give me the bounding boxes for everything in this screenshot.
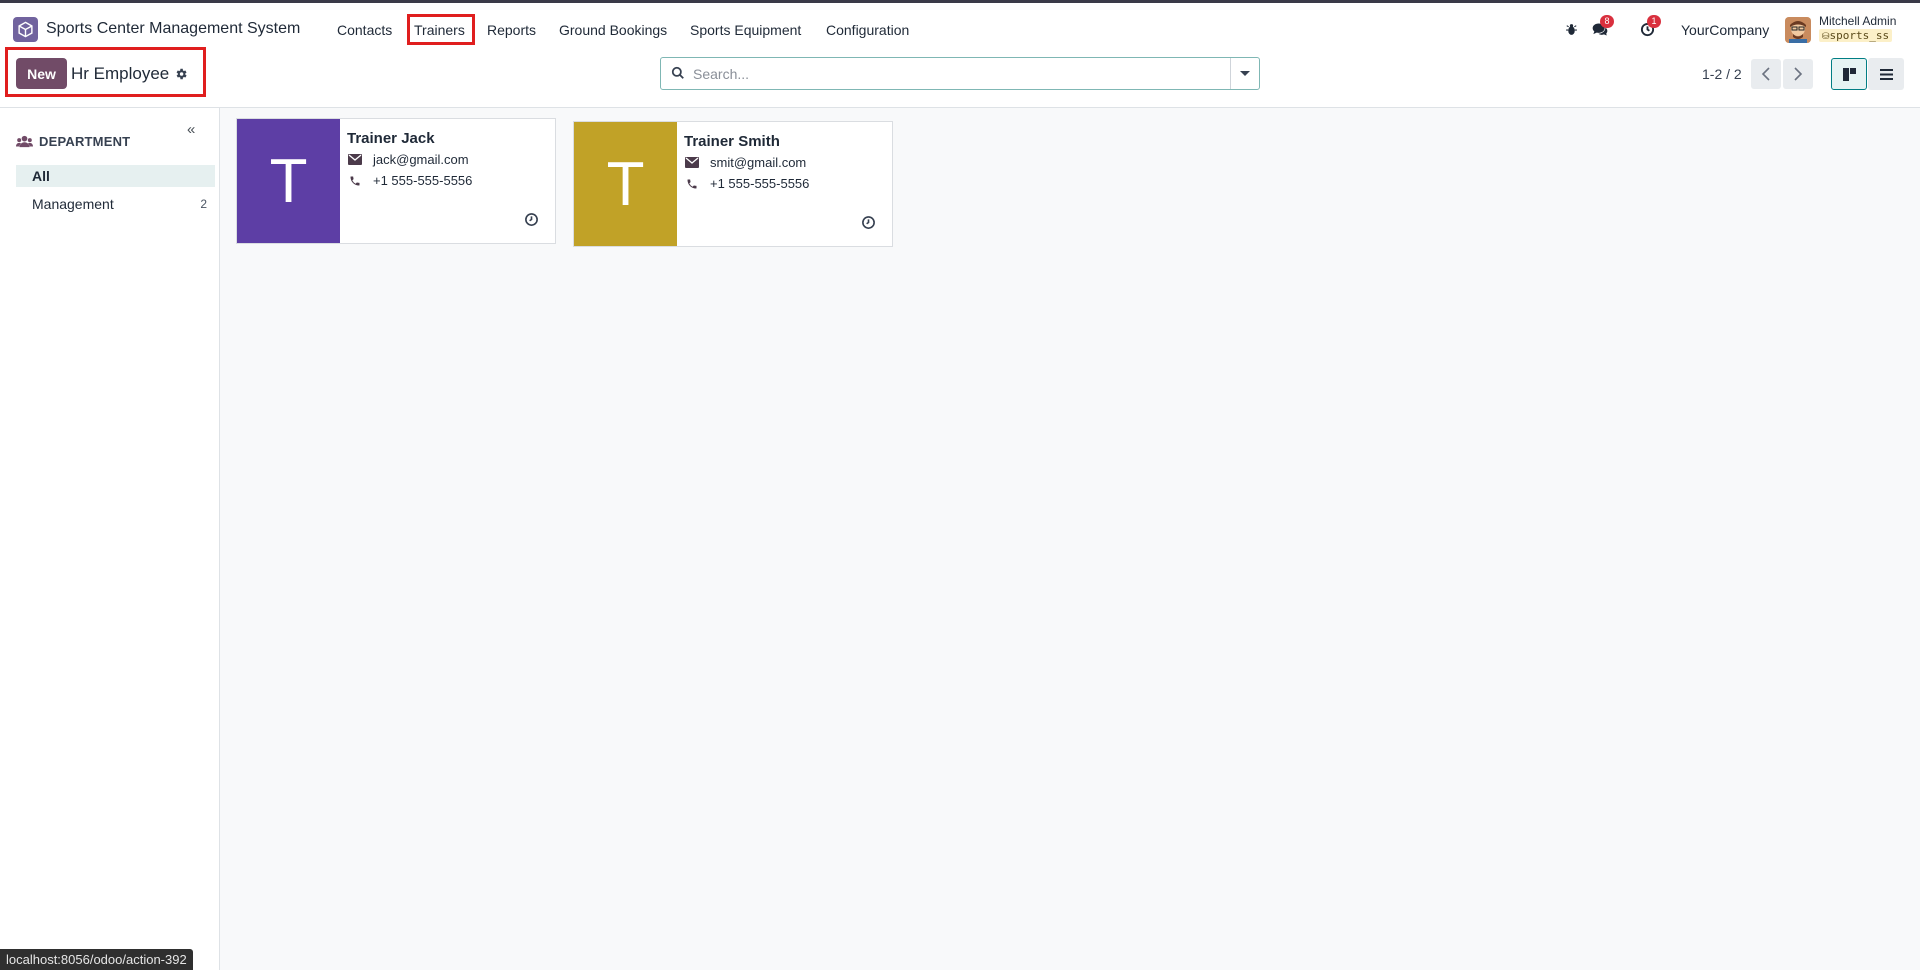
phone-icon (347, 174, 363, 188)
menu-contacts[interactable]: Contacts (337, 22, 392, 38)
list-view-button[interactable] (1868, 58, 1904, 90)
main-navbar: Sports Center Management System Contacts… (0, 3, 1920, 50)
employee-avatar: T (237, 119, 340, 243)
users-icon (16, 135, 33, 148)
menu-configuration[interactable]: Configuration (826, 22, 909, 38)
employee-email-row: jack@gmail.com (347, 152, 469, 167)
menu-ground-bookings[interactable]: Ground Bookings (559, 22, 667, 38)
employee-phone-row: +1 555-555-5556 (347, 173, 472, 188)
kanban-icon (1842, 67, 1856, 81)
employee-phone[interactable]: +1 555-555-5556 (710, 176, 809, 191)
trainers-highlight-box (407, 14, 475, 45)
department-header: DEPARTMENT (16, 134, 130, 149)
database-name: ⛁sports_ss (1819, 29, 1893, 42)
activity-clock-icon[interactable] (861, 215, 876, 230)
menu-reports[interactable]: Reports (487, 22, 536, 38)
kanban-view: T Trainer Jack jack@gmail.com +1 555-555… (220, 108, 1920, 970)
department-item-management[interactable]: Management 2 (16, 193, 215, 215)
activities-badge: 1 (1647, 15, 1661, 28)
breadcrumb-title: Hr Employee (71, 64, 170, 83)
database-icon: ⛁ (1822, 32, 1830, 42)
chevron-left-icon (1761, 67, 1770, 81)
pager-value[interactable]: 1-2 / 2 (1702, 66, 1742, 82)
search-options-toggle[interactable] (1230, 58, 1259, 89)
employee-phone-row: +1 555-555-5556 (684, 176, 809, 191)
department-item-label: Management (32, 196, 114, 212)
department-item-all[interactable]: All (16, 165, 215, 187)
menu-sports-equipment[interactable]: Sports Equipment (690, 22, 801, 38)
envelope-icon (347, 153, 363, 167)
phone-icon (684, 177, 700, 191)
chevron-right-icon (1794, 67, 1803, 81)
employee-card[interactable]: T Trainer Jack jack@gmail.com +1 555-555… (236, 118, 556, 244)
messages-chat-icon[interactable]: 8 (1591, 15, 1614, 38)
activities-clock-icon[interactable]: 1 (1638, 15, 1661, 38)
app-cube-icon[interactable] (13, 17, 38, 42)
debug-bug-icon[interactable] (1562, 20, 1580, 38)
pager-previous-button[interactable] (1751, 59, 1781, 89)
employee-avatar: T (574, 122, 677, 246)
collapse-panel-icon[interactable]: « (187, 121, 195, 138)
user-avatar[interactable] (1785, 17, 1811, 43)
list-icon (1879, 68, 1893, 80)
employee-name: Trainer Jack (347, 130, 435, 147)
employee-phone[interactable]: +1 555-555-5556 (373, 173, 472, 188)
search-icon (671, 66, 686, 81)
department-item-count: 2 (200, 197, 207, 211)
gear-icon[interactable] (174, 67, 188, 81)
search-panel (0, 108, 220, 970)
envelope-icon (684, 156, 700, 170)
user-name[interactable]: Mitchell Admin (1819, 14, 1896, 28)
database-name-text: sports_ss (1829, 29, 1890, 42)
search-bar (660, 57, 1260, 90)
kanban-view-button[interactable] (1831, 58, 1867, 90)
department-title: DEPARTMENT (39, 134, 131, 149)
caret-down-icon (1240, 71, 1250, 76)
employee-email-row: smit@gmail.com (684, 155, 806, 170)
app-name[interactable]: Sports Center Management System (46, 20, 300, 38)
browser-status-url: localhost:8056/odoo/action-392 (0, 949, 193, 970)
employee-name: Trainer Smith (684, 133, 780, 150)
pager-next-button[interactable] (1783, 59, 1813, 89)
company-switcher[interactable]: YourCompany (1681, 22, 1769, 38)
new-button[interactable]: New (16, 58, 67, 89)
activity-clock-icon[interactable] (524, 212, 539, 227)
employee-card[interactable]: T Trainer Smith smit@gmail.com +1 555-55… (573, 121, 893, 247)
messages-badge: 8 (1600, 15, 1614, 28)
search-input[interactable] (693, 58, 1213, 89)
employee-email[interactable]: jack@gmail.com (373, 152, 469, 167)
employee-email[interactable]: smit@gmail.com (710, 155, 806, 170)
